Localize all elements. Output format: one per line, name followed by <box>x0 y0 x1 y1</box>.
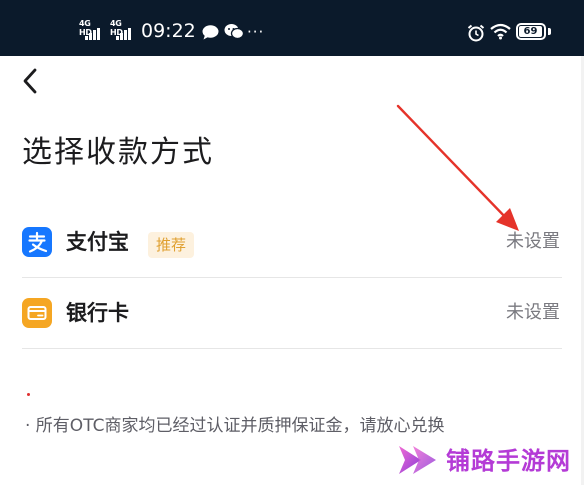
screen: 4G HD 4G HD 09:22 ··· 69 选择收款方式 支付宝 推荐 未… <box>0 0 584 485</box>
method-name: 支付宝 <box>66 230 129 254</box>
watermark-text: 铺路手游网 <box>446 447 571 475</box>
battery-tip <box>548 28 551 35</box>
method-status[interactable]: 未设置 <box>506 230 560 254</box>
recommend-badge: 推荐 <box>148 232 195 258</box>
red-dot-marker <box>27 393 30 396</box>
watermark: 铺路手游网 <box>396 438 576 482</box>
wechat-icon <box>224 24 244 40</box>
alarm-icon <box>467 24 485 42</box>
status-bar: 4G HD 4G HD 09:22 ··· 69 <box>0 0 584 56</box>
battery-level: 69 <box>519 26 542 37</box>
page-title: 选择收款方式 <box>22 135 214 170</box>
message-icon <box>202 25 219 40</box>
alipay-icon <box>22 227 52 257</box>
chevron-left-icon <box>23 68 37 94</box>
payment-method-bank-card[interactable]: 银行卡 未设置 <box>22 278 562 348</box>
divider <box>22 348 562 349</box>
bank-card-icon <box>22 298 52 328</box>
battery-icon: 69 <box>516 23 546 40</box>
payment-method-alipay[interactable]: 支付宝 推荐 未设置 <box>22 207 562 277</box>
signal-icon-sim2: 4G HD <box>110 19 136 41</box>
method-status[interactable]: 未设置 <box>506 301 560 325</box>
wifi-icon <box>490 23 511 40</box>
method-name: 银行卡 <box>66 301 129 325</box>
notice-text: · 所有OTC商家均已经过认证并质押保证金，请放心兑换 <box>25 416 445 436</box>
signal-icon-sim1: 4G HD <box>79 19 105 41</box>
back-button[interactable] <box>16 62 48 100</box>
more-notifications-icon: ··· <box>247 23 265 41</box>
watermark-logo-icon <box>399 446 436 474</box>
status-time: 09:22 <box>141 20 196 42</box>
